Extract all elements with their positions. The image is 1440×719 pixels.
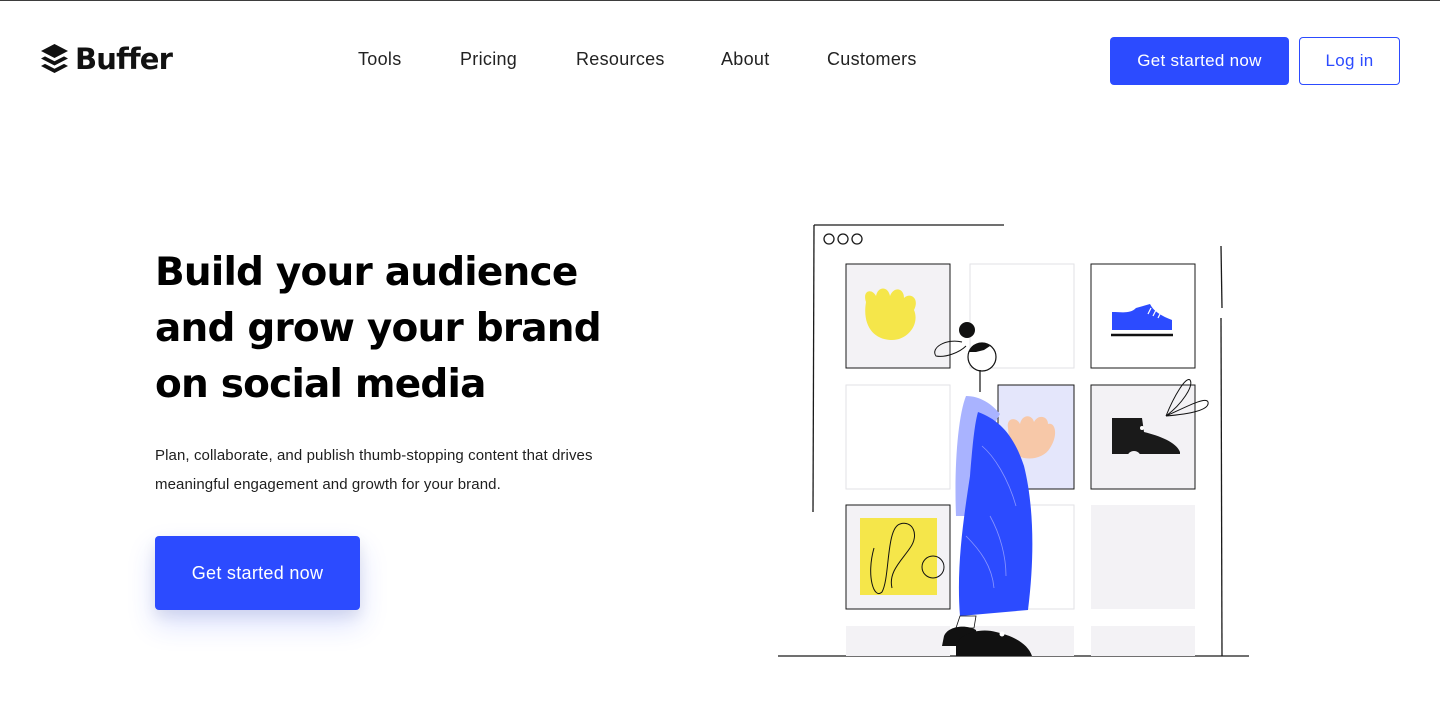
- hero-title-line: on social media: [155, 362, 486, 407]
- hero-get-started-button[interactable]: Get started now: [155, 536, 360, 610]
- hero-title: Build your audience and grow your brand …: [155, 245, 635, 413]
- hero-title-line: Build your audience: [155, 250, 578, 295]
- hero-illustration: [778, 224, 1249, 657]
- grid-tile: [1091, 626, 1195, 656]
- nav-item-pricing[interactable]: Pricing: [460, 49, 517, 70]
- hero-title-line: and grow your brand: [155, 306, 602, 351]
- abstract-art-icon: [860, 518, 945, 595]
- site-header: Buffer Tools Pricing Resources About Cus…: [0, 1, 1440, 119]
- grid-tile: [845, 384, 951, 490]
- flower-icon: [865, 288, 916, 340]
- grid-tile: [1091, 505, 1195, 609]
- header-get-started-button[interactable]: Get started now: [1110, 37, 1289, 85]
- nav-item-about[interactable]: About: [721, 49, 770, 70]
- grid-tile: [846, 626, 950, 656]
- login-button[interactable]: Log in: [1299, 37, 1400, 85]
- nav-item-resources[interactable]: Resources: [576, 49, 665, 70]
- hero-subtitle: Plan, collaborate, and publish thumb-sto…: [155, 447, 593, 493]
- nav-item-customers[interactable]: Customers: [827, 49, 917, 70]
- nav-item-tools[interactable]: Tools: [358, 49, 402, 70]
